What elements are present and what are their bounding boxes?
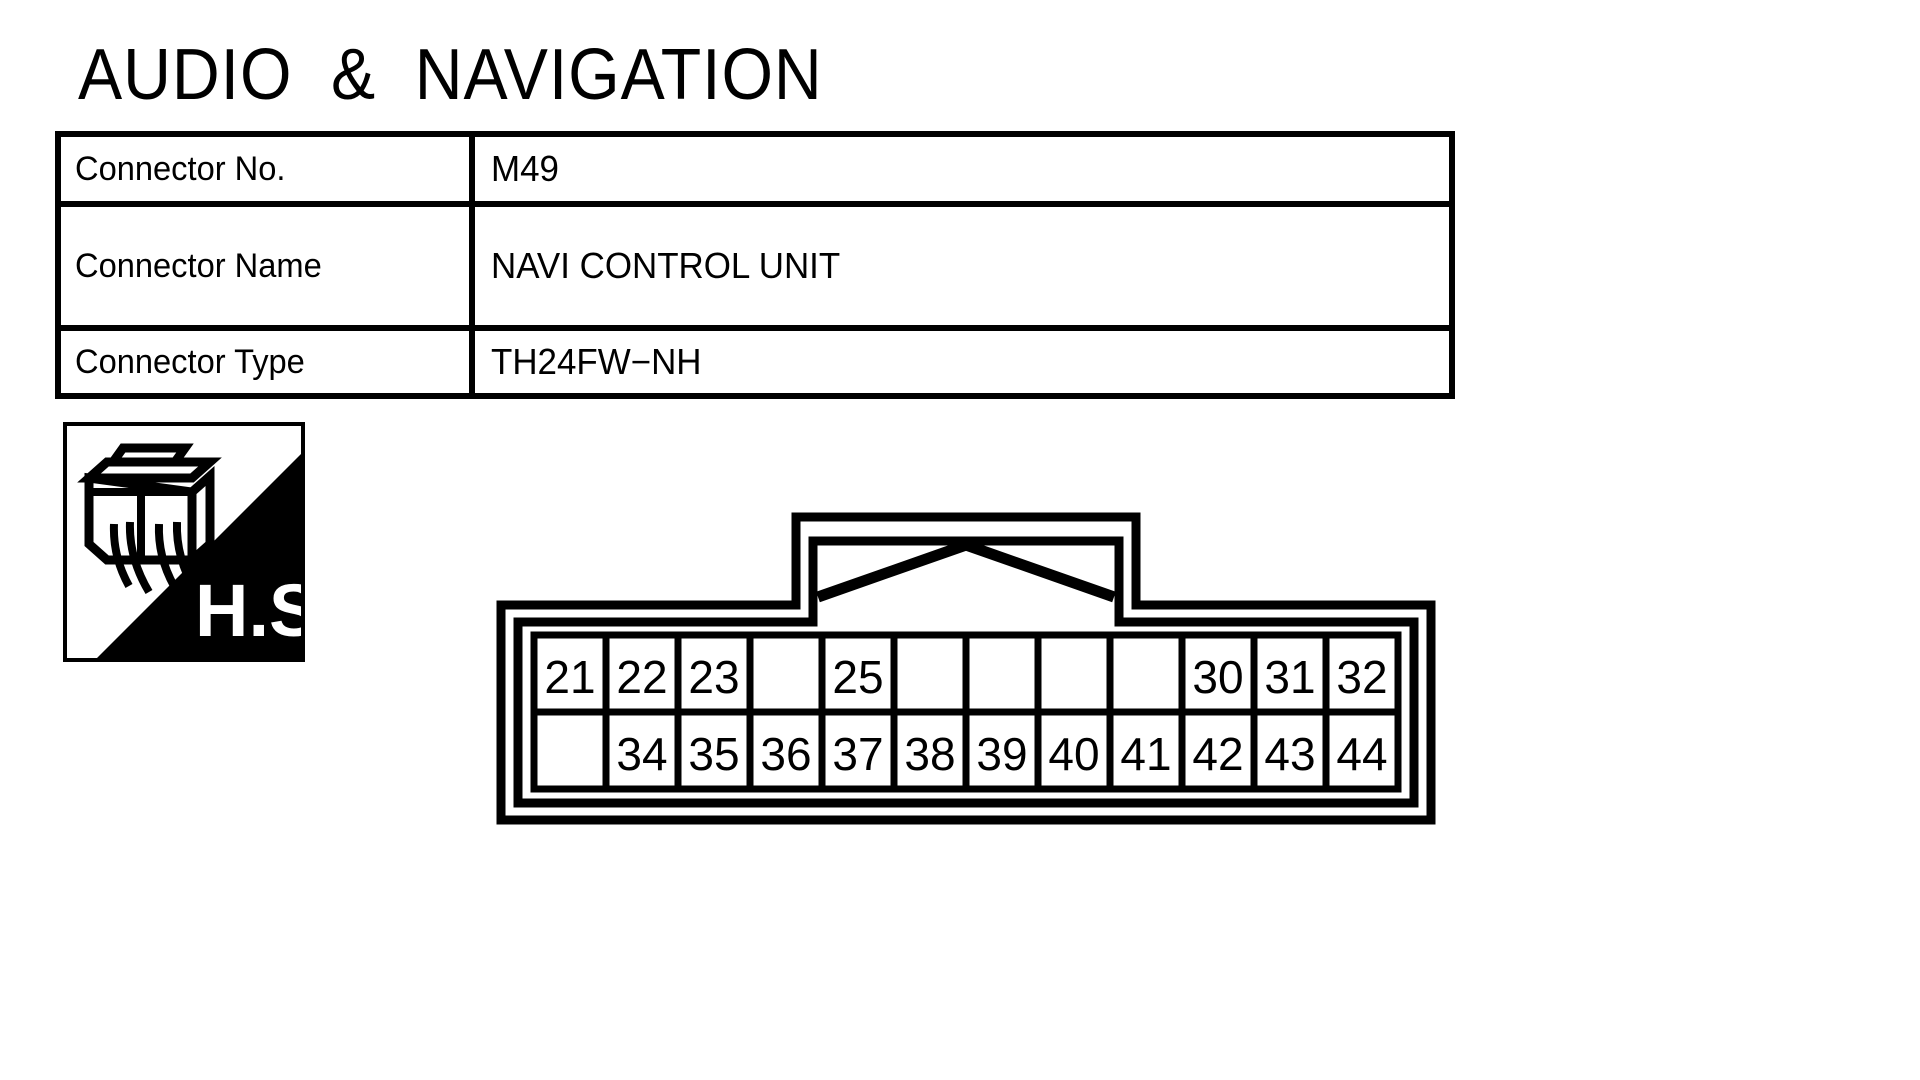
table-row: Connector Name NAVI CONTROL UNIT [61,207,1449,331]
connector-type-label: Connector Type [61,331,475,393]
pin-label: 30 [1192,651,1243,703]
pin-label: 21 [544,651,595,703]
pin-label: 42 [1192,728,1243,780]
pin-label: 39 [976,728,1027,780]
pin-label: 35 [688,728,739,780]
connector-pin-diagram: 21 22 23 25 30 31 32 34 35 36 37 38 39 4… [496,505,1436,825]
pin-label: 44 [1336,728,1387,780]
page-title: AUDIO & NAVIGATION [78,35,823,115]
pin-label: 41 [1120,728,1171,780]
pin-label: 34 [616,728,667,780]
pin-label: 43 [1264,728,1315,780]
connector-no-label-text: Connector No. [75,150,286,188]
pin-label: 23 [688,651,739,703]
pin-label: 40 [1048,728,1099,780]
table-row: Connector No. M49 [61,137,1449,207]
connector-no-value: M49 [475,137,1449,201]
hs-badge: H.S. [63,422,305,662]
connector-name-label-text: Connector Name [75,247,322,285]
pin-label: 36 [760,728,811,780]
pin-label: 37 [832,728,883,780]
connector-name-value-text: NAVI CONTROL UNIT [491,245,841,286]
connector-info-table: Connector No. M49 Connector Name NAVI CO… [55,131,1455,399]
connector-type-value-text: TH24FW−NH [491,341,702,382]
pin-label: 25 [832,651,883,703]
connector-type-value: TH24FW−NH [475,331,1449,393]
table-row: Connector Type TH24FW−NH [61,331,1449,393]
connector-name-value: NAVI CONTROL UNIT [475,207,1449,325]
hs-badge-label: H.S. [195,569,301,652]
pin-label: 32 [1336,651,1387,703]
connector-type-label-text: Connector Type [75,343,305,381]
connector-tab-chevron [816,539,1116,603]
pin-label: 31 [1264,651,1315,703]
pin-row-bottom: 34 35 36 37 38 39 40 41 42 43 44 [616,728,1387,780]
connector-name-label: Connector Name [61,207,475,325]
pin-label: 22 [616,651,667,703]
connector-no-label: Connector No. [61,137,475,201]
pin-label: 38 [904,728,955,780]
connector-no-value-text: M49 [491,148,559,189]
